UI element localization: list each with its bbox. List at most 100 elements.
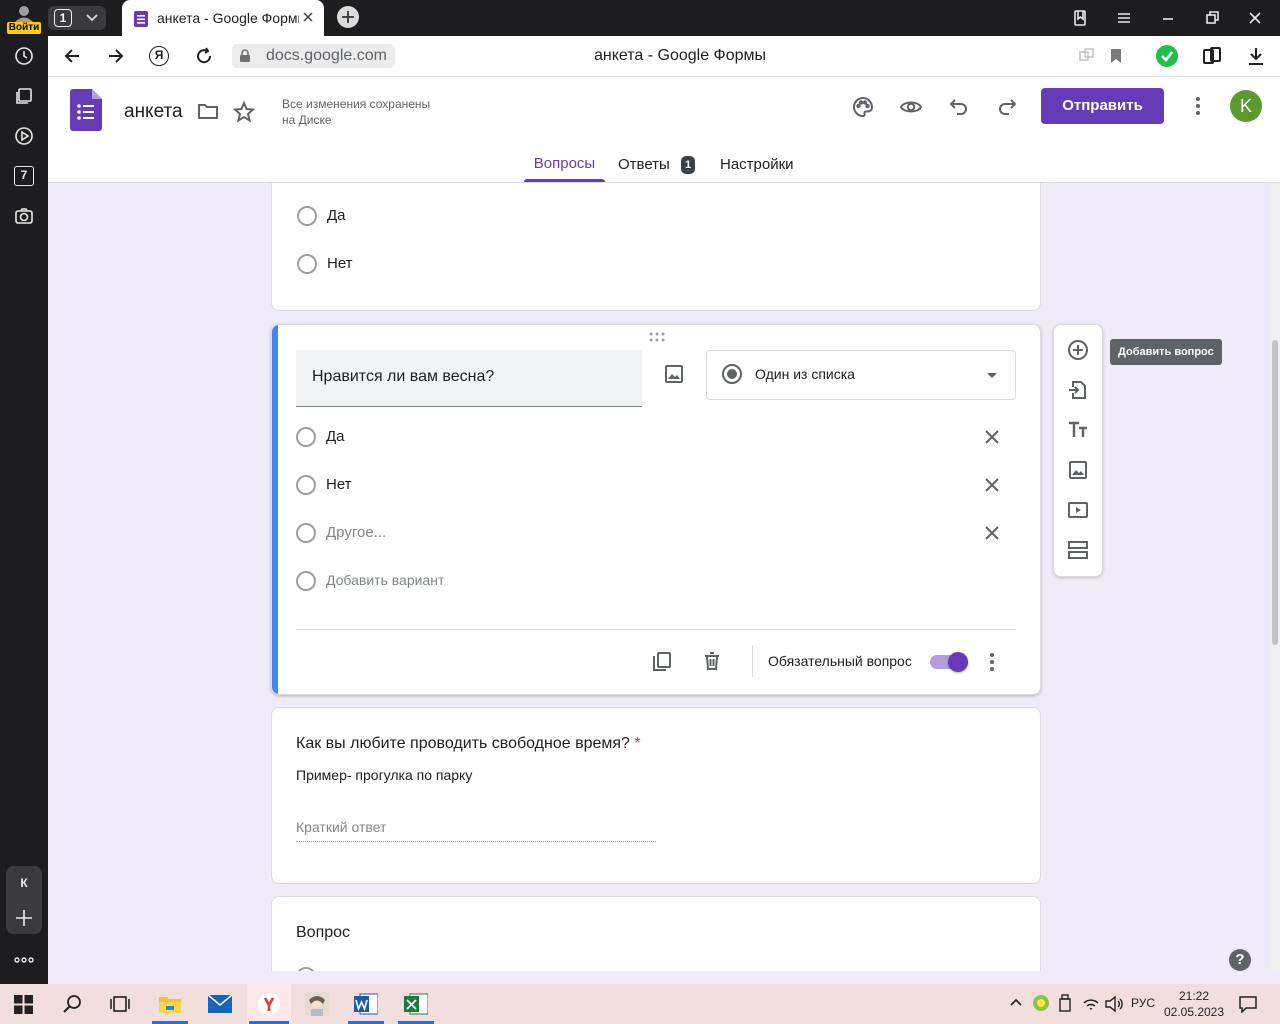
tray-app-icon[interactable] [1032, 994, 1050, 1012]
doc-title[interactable]: анкета [124, 101, 183, 123]
extensions-button[interactable] [1202, 46, 1222, 66]
reload-button[interactable] [194, 46, 214, 66]
question-card-active[interactable]: Нравится ли вам весна? Один из списка Да… [271, 324, 1041, 695]
forward-button[interactable] [107, 47, 125, 65]
close-window-button[interactable] [1246, 9, 1264, 27]
move-to-folder-button[interactable] [197, 101, 219, 121]
option-other-label[interactable]: Другое... [326, 524, 386, 541]
add-section-button[interactable] [1067, 539, 1089, 561]
tab-counter-button[interactable]: 1 [48, 6, 106, 30]
play-circle-icon [15, 127, 33, 145]
save-status-line1: Все изменения сохранены [282, 97, 431, 111]
media-button[interactable] [14, 126, 34, 146]
browser-tab-bar: Войти 1 анкета - Google Формы [0, 0, 1280, 36]
active-tab[interactable]: анкета - Google Формы [122, 0, 324, 36]
more-vert-icon[interactable] [1194, 95, 1202, 117]
clock[interactable]: 21:22 02.05.2023 [1163, 988, 1225, 1020]
question-title-input[interactable]: Нравится ли вам весна? [296, 350, 642, 407]
arrow-right-icon [109, 49, 124, 63]
help-button[interactable]: ? [1229, 949, 1251, 971]
taskbar-mail[interactable] [200, 984, 240, 1024]
volume-icon[interactable] [1104, 994, 1124, 1014]
windows-start-icon[interactable] [14, 995, 33, 1014]
question-card-next[interactable]: Вопрос [271, 896, 1041, 971]
required-toggle[interactable] [930, 652, 968, 672]
calendar-button[interactable]: 7 [14, 166, 34, 186]
profile-letter[interactable]: К [6, 876, 42, 890]
restore-button[interactable] [1203, 9, 1221, 27]
duplicate-button[interactable] [651, 650, 673, 672]
star-button[interactable] [233, 101, 255, 123]
question-type-select[interactable]: Один из списка [706, 350, 1016, 400]
add-video-button[interactable] [1067, 499, 1089, 521]
remove-option-icon[interactable] [985, 526, 999, 540]
redo-button[interactable] [995, 95, 1019, 119]
customize-theme-button[interactable] [851, 95, 875, 119]
notifications-icon[interactable] [1238, 995, 1258, 1013]
drag-handle-icon[interactable] [649, 332, 665, 342]
chevron-up-icon[interactable] [1010, 998, 1022, 1006]
active-card-indicator [272, 325, 278, 694]
taskbar-explorer[interactable] [150, 984, 190, 1024]
reader-mode-button[interactable] [1079, 48, 1095, 64]
option-no-label[interactable]: Нет [326, 476, 352, 493]
more-vert-icon[interactable] [988, 652, 996, 672]
wifi-icon[interactable] [1081, 994, 1101, 1014]
downloads-button[interactable] [1247, 46, 1265, 66]
radio-option-other[interactable] [296, 523, 316, 543]
taskbar-app-anime[interactable] [297, 984, 337, 1024]
login-button[interactable]: Войти [4, 2, 44, 34]
import-questions-button[interactable] [1067, 379, 1089, 401]
history-button[interactable] [14, 46, 34, 66]
protect-button[interactable] [1156, 45, 1178, 67]
radio-option-no[interactable] [296, 475, 316, 495]
minimize-button[interactable] [1159, 9, 1177, 27]
send-button[interactable]: Отправить [1041, 88, 1164, 124]
new-tab-button[interactable] [337, 6, 359, 28]
question-card-previous[interactable]: Да Нет [271, 183, 1041, 311]
trash-icon [705, 652, 719, 670]
yandex-button[interactable]: Я [149, 46, 169, 66]
url-field[interactable]: docs.google.com [232, 44, 395, 68]
avatar[interactable]: K [1230, 90, 1262, 122]
preview-button[interactable] [899, 95, 923, 119]
scrollbar[interactable] [1270, 183, 1280, 971]
close-tab-icon[interactable] [303, 12, 313, 22]
taskbar-yandex-browser[interactable] [247, 984, 291, 1024]
back-button[interactable] [63, 47, 81, 65]
undo-button[interactable] [947, 95, 971, 119]
more-dots-icon[interactable] [14, 956, 34, 964]
taskbar-excel[interactable] [396, 984, 436, 1024]
add-question-button[interactable] [1067, 339, 1089, 361]
radio-option-1[interactable] [297, 206, 317, 226]
task-view-icon[interactable] [109, 994, 131, 1014]
tab-settings[interactable]: Настройки [720, 145, 800, 181]
tab-questions[interactable]: Вопросы [524, 145, 605, 182]
collections-button[interactable] [14, 86, 34, 106]
add-option-link[interactable]: Добавить вариант [326, 572, 444, 588]
add-profile-icon[interactable] [14, 908, 34, 928]
question-card-short-answer[interactable]: Как вы любите проводить свободное время?… [271, 707, 1041, 884]
bookmark-page-button[interactable] [1109, 48, 1123, 64]
radio-option-2[interactable] [297, 254, 317, 274]
tab-answers[interactable]: Ответы 1 [618, 145, 698, 181]
option-yes-label[interactable]: Да [326, 428, 345, 445]
delete-button[interactable] [701, 650, 723, 672]
radio-option-yes[interactable] [296, 427, 316, 447]
radio-option-partial[interactable] [296, 967, 316, 971]
usb-icon[interactable] [1057, 994, 1073, 1014]
add-image-button[interactable] [663, 363, 685, 385]
search-icon[interactable] [62, 994, 82, 1014]
forms-logo-icon[interactable] [70, 89, 102, 131]
bookmarks-button[interactable] [1071, 9, 1089, 27]
screenshot-button[interactable] [14, 206, 34, 226]
scrollbar-thumb[interactable] [1272, 340, 1278, 645]
save-status-line2: на Диске [282, 113, 332, 127]
taskbar-word[interactable] [346, 984, 386, 1024]
language-indicator[interactable]: РУС [1131, 996, 1155, 1010]
add-title-button[interactable] [1067, 419, 1089, 441]
remove-option-icon[interactable] [985, 478, 999, 492]
add-image-toolbar-button[interactable] [1067, 459, 1089, 481]
remove-option-icon[interactable] [985, 430, 999, 444]
menu-button[interactable] [1115, 9, 1133, 27]
